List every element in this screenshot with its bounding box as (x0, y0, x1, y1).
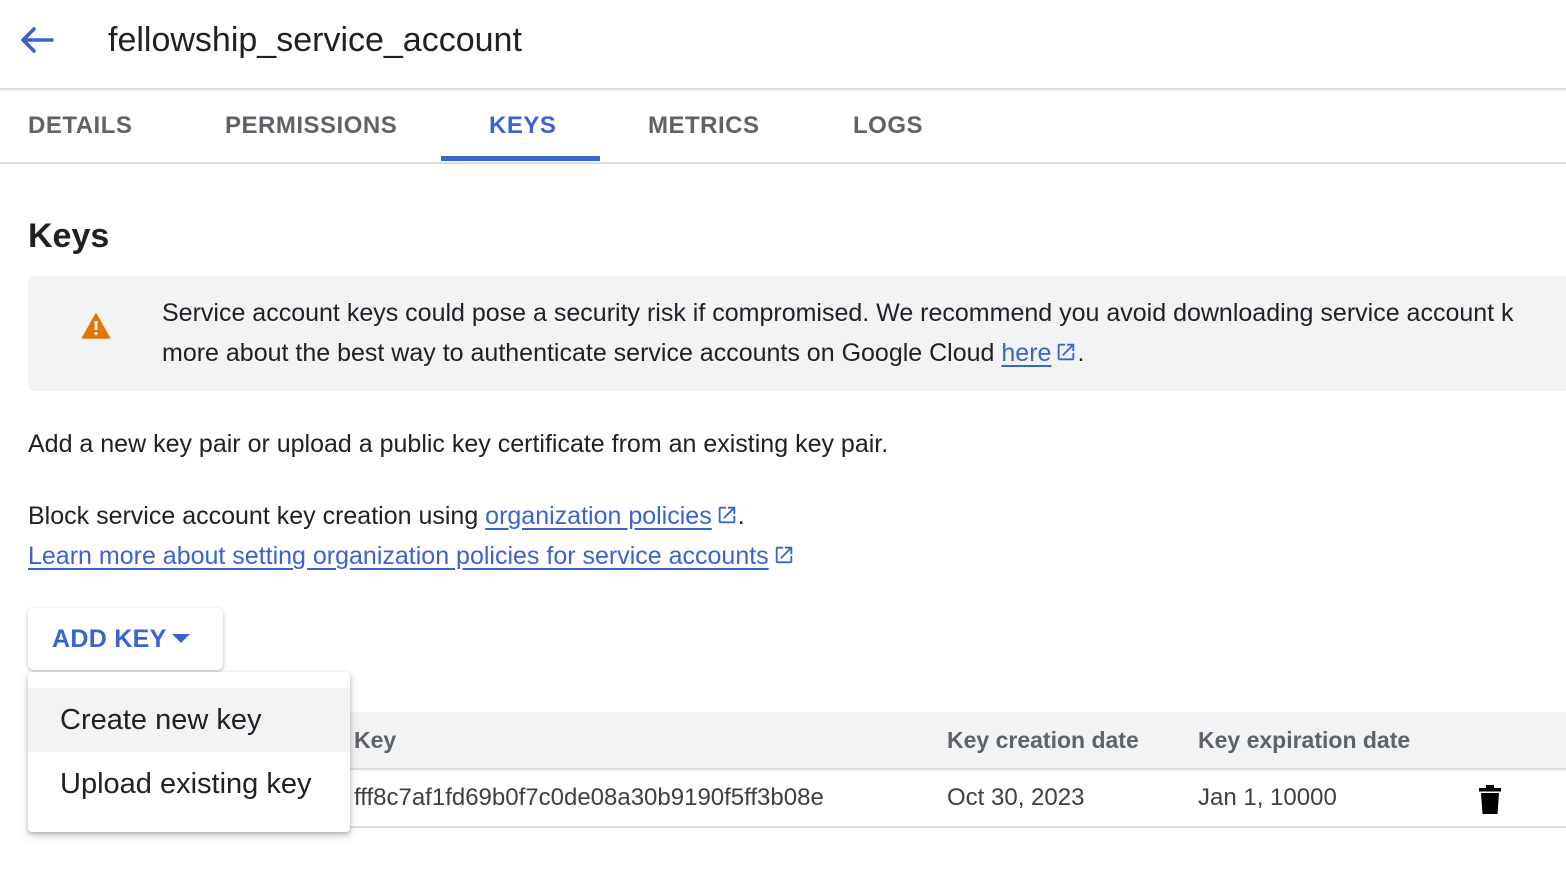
key-id-cell: fff8c7af1fd69b0f7c0de08a30b9190f5ff3b08e (354, 784, 824, 811)
warning-line-1: Service account keys could pose a securi… (162, 299, 1514, 327)
tab-permissions[interactable]: PERMISSIONS (225, 90, 397, 162)
learn-more-label: Learn more about setting organization po… (28, 542, 769, 570)
menu-item-create-new-key[interactable]: Create new key (28, 688, 350, 752)
tab-logs[interactable]: LOGS (853, 90, 923, 162)
security-warning-banner: Service account keys could pose a securi… (28, 276, 1566, 391)
warning-text: Service account keys could pose a securi… (162, 293, 1514, 373)
add-key-label: ADD KEY (52, 625, 167, 653)
learn-more-line: Learn more about setting organization po… (28, 536, 795, 576)
external-link-icon (718, 506, 735, 524)
external-link-icon (775, 546, 792, 564)
keys-description: Add a new key pair or upload a public ke… (28, 430, 889, 458)
tab-metrics[interactable]: METRICS (648, 90, 760, 162)
top-bar: fellowship_service_account (0, 0, 1566, 90)
warning-suffix: . (1077, 339, 1085, 367)
add-key-menu: Create new key Upload existing key (28, 672, 350, 832)
menu-item-upload-existing-key[interactable]: Upload existing key (28, 752, 350, 816)
external-link-icon (1058, 343, 1075, 361)
tab-keys[interactable]: KEYS (489, 90, 556, 162)
tab-bar: DETAILS PERMISSIONS KEYS METRICS LOGS (0, 90, 1566, 164)
active-tab-indicator (441, 156, 600, 161)
caret-down-icon (172, 634, 190, 643)
policy-prefix: Block service account key creation using (28, 502, 486, 530)
column-header-expiration-date[interactable]: Key expiration date (1198, 712, 1410, 768)
expiration-date-cell: Jan 1, 10000 (1198, 784, 1337, 811)
arrow-back-icon (21, 27, 54, 53)
warning-here-link[interactable]: here (1001, 339, 1051, 367)
creation-date-cell: Oct 30, 2023 (947, 784, 1085, 811)
page-title: fellowship_service_account (108, 21, 522, 59)
add-key-button[interactable]: ADD KEY (28, 608, 223, 670)
column-header-creation-date[interactable]: Key creation date (947, 712, 1139, 768)
tab-details[interactable]: DETAILS (28, 90, 132, 162)
organization-policies-label: organization policies (485, 502, 712, 530)
policy-line: Block service account key creation using… (28, 496, 745, 536)
section-heading: Keys (28, 217, 110, 255)
warning-here-link-label: here (1001, 339, 1052, 367)
column-header-key[interactable]: Key (354, 712, 396, 768)
organization-policies-link[interactable]: organization policies (485, 502, 712, 530)
learn-more-link[interactable]: Learn more about setting organization po… (28, 542, 769, 570)
warning-line-2-text: more about the best way to authenticate … (162, 339, 1002, 367)
back-button[interactable] (14, 20, 58, 60)
warning-line-2: more about the best way to authenticate … (162, 333, 1514, 373)
delete-icon (1479, 785, 1501, 814)
warning-icon (81, 313, 111, 339)
policy-suffix: . (737, 502, 745, 530)
delete-key-button[interactable] (1475, 784, 1505, 816)
